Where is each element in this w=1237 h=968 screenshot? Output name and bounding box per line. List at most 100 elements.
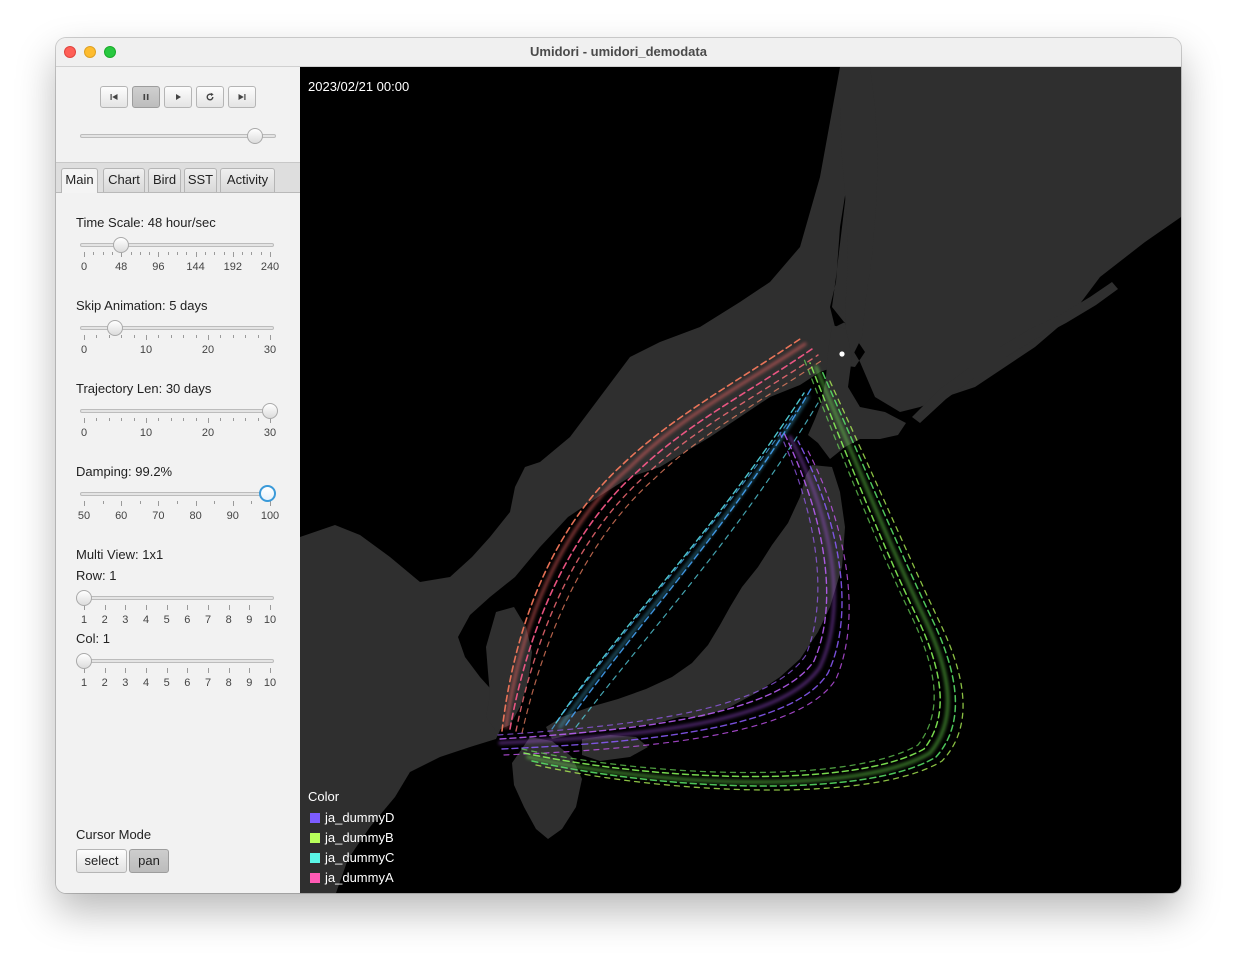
slider-major-tick	[84, 501, 85, 506]
slider-major-tick	[195, 501, 197, 506]
slider-track	[80, 596, 274, 600]
legend-label: ja_dummyD	[325, 810, 395, 825]
slider-tick-label: 30	[263, 344, 277, 356]
legend-item[interactable]: ja_dummyD	[308, 810, 394, 830]
slider-major-tick	[146, 335, 147, 340]
slider-thumb[interactable]	[76, 590, 92, 606]
slider-tick-label: 5	[163, 614, 170, 626]
slider-thumb[interactable]	[262, 403, 278, 419]
slider-major-tick	[270, 335, 271, 340]
slider-minor-tick	[232, 335, 234, 338]
slider-thumb[interactable]	[113, 237, 130, 253]
slider-major-tick	[146, 668, 147, 673]
slider-track	[80, 492, 274, 496]
slider-minor-tick	[102, 252, 104, 255]
slider-thumb[interactable]	[107, 320, 123, 336]
skip-end-icon	[238, 94, 246, 100]
playback-slider[interactable]	[80, 128, 276, 144]
slider-minor-tick	[96, 335, 98, 338]
app-window: Umidori - umidori_demodata Main Chart Bi…	[56, 38, 1181, 893]
slider-tick-label: 1	[80, 677, 88, 689]
reload-button[interactable]	[196, 86, 224, 108]
slider-tick-label: 6	[184, 614, 191, 626]
mainland-landmass	[300, 67, 1181, 893]
current-position-marker	[839, 351, 845, 357]
color-legend: Color ja_dummyD ja_dummyB ja_dummyC ja_d…	[308, 789, 394, 890]
slider-minor-tick	[186, 252, 188, 255]
slider-major-tick	[166, 668, 168, 673]
select-mode-button[interactable]: select	[76, 849, 127, 873]
pause-icon	[143, 94, 149, 100]
slider-minor-tick	[214, 501, 216, 504]
slider-tick-label: 10	[263, 614, 277, 626]
legend-label: ja_dummyA	[325, 870, 394, 885]
slider-minor-tick	[130, 252, 132, 255]
skip-start-icon	[110, 94, 118, 100]
skip-end-button[interactable]	[228, 86, 256, 108]
slider-tick-label: 2	[101, 614, 108, 626]
slider-major-tick	[208, 418, 209, 423]
slider-tick-labels: 1 2 3 4 5 6 7 8 9 10	[80, 677, 276, 691]
slider-ticks	[84, 605, 271, 611]
skip-animation-slider[interactable]: 0 10 20 30	[80, 320, 277, 364]
slider-major-tick	[104, 605, 106, 610]
map-timestamp: 2023/02/21 00:00	[308, 79, 410, 94]
slider-minor-tick	[108, 418, 110, 421]
slider-minor-tick	[195, 418, 197, 421]
legend-item[interactable]: ja_dummyB	[308, 830, 394, 850]
slider-tick-label: 3	[122, 677, 129, 689]
slider-tick-label: 100	[260, 510, 280, 522]
slider-major-tick	[84, 418, 85, 423]
slider-tick-label: 20	[201, 344, 215, 356]
slider-major-tick	[146, 605, 147, 610]
skip-start-button[interactable]	[100, 86, 128, 108]
map-canvas	[300, 67, 1181, 893]
tab-strip: Main Chart Bird SST Activity	[56, 162, 300, 193]
slider-major-tick	[104, 668, 106, 673]
tab-main[interactable]: Main	[61, 168, 98, 193]
slider-thumb[interactable]	[76, 653, 92, 669]
row-slider[interactable]: 1 2 3 4 5 6 7 8 9 10	[76, 590, 277, 634]
slider-thumb[interactable]	[259, 485, 277, 502]
slider-tick-label: 0	[80, 427, 88, 439]
slider-minor-tick	[195, 335, 197, 338]
control-sidebar: Main Chart Bird SST Activity Time Scale:…	[56, 67, 301, 893]
tab-sst[interactable]: SST	[184, 168, 217, 192]
slider-tick-label: 90	[226, 510, 239, 522]
legend-label: ja_dummyB	[325, 830, 394, 845]
tab-bird[interactable]: Bird	[148, 168, 181, 192]
slider-major-tick	[208, 605, 209, 610]
slider-minor-tick	[102, 501, 104, 504]
slider-major-tick	[158, 501, 160, 506]
time-scale-label: Time Scale: 48 hour/sec	[76, 215, 216, 230]
trajectory-len-slider[interactable]: 0 10 20 30	[80, 403, 278, 447]
play-button[interactable]	[164, 86, 192, 108]
slider-major-tick	[146, 418, 147, 423]
slider-tick-label: 0	[80, 344, 88, 356]
pause-button[interactable]	[132, 86, 160, 108]
slider-minor-tick	[170, 418, 172, 421]
slider-major-tick	[249, 668, 251, 673]
title-bar: Umidori - umidori_demodata	[56, 38, 1181, 67]
col-slider[interactable]: 1 2 3 4 5 6 7 8 9 10	[76, 653, 276, 697]
slider-minor-tick	[245, 418, 247, 421]
slider-minor-tick	[139, 252, 141, 255]
time-scale-slider[interactable]: 0 48 96 144 192 240	[80, 237, 279, 281]
slider-minor-tick	[108, 335, 110, 338]
pan-mode-button[interactable]: pan	[129, 849, 169, 873]
slider-tick-labels: 0 10 20 30	[80, 427, 276, 441]
damping-label: Damping: 99.2%	[76, 464, 173, 479]
slider-ticks	[84, 668, 271, 674]
slider-minor-tick	[177, 252, 178, 255]
tab-activity[interactable]: Activity	[220, 168, 275, 192]
map-view[interactable]: 2023/02/21 00:00 Color ja_dummyD ja_dumm…	[300, 67, 1181, 893]
slider-major-tick	[249, 605, 251, 610]
slider-tick-label: 70	[152, 510, 165, 522]
damping-slider[interactable]: 50 60 70 80 90 100	[78, 485, 279, 530]
col-label: Col: 1	[76, 631, 110, 646]
slider-tick-label: 144	[186, 261, 205, 273]
playback-thumb[interactable]	[247, 128, 264, 144]
tab-chart[interactable]: Chart	[103, 168, 145, 192]
legend-item[interactable]: ja_dummyC	[308, 850, 394, 870]
legend-item[interactable]: ja_dummyA	[308, 870, 394, 890]
